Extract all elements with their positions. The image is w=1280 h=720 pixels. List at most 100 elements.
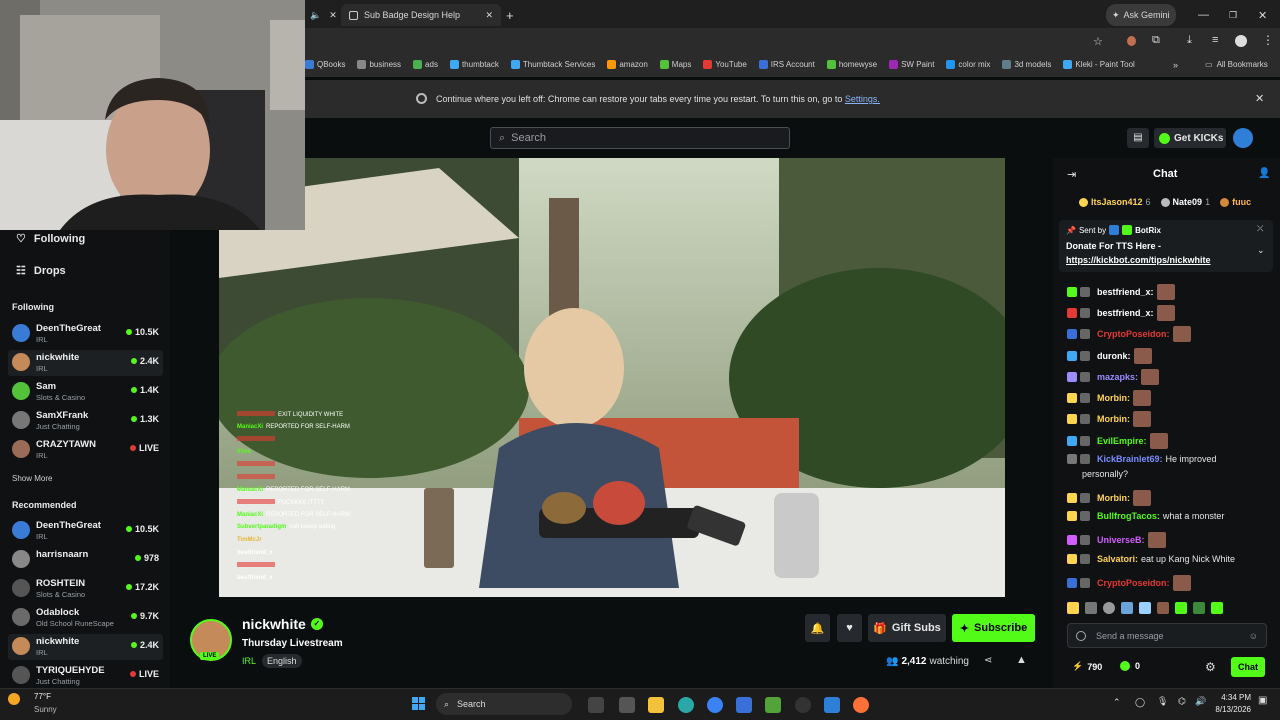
tab-close-icon[interactable]: ✕ <box>329 10 337 21</box>
bookmark-item[interactable]: Maps <box>659 60 691 69</box>
emote-icon[interactable] <box>1157 602 1169 614</box>
chat-username[interactable]: UniverseB: <box>1097 535 1145 545</box>
chat-username[interactable]: mazapks: <box>1097 372 1138 382</box>
chrome-icon[interactable] <box>707 697 723 713</box>
app-icon[interactable] <box>736 697 752 713</box>
new-tab-button[interactable]: + <box>506 4 514 26</box>
chat-input[interactable]: Send a message ☺ <box>1067 623 1267 648</box>
nav-drops[interactable]: ☷ Drops <box>16 264 66 278</box>
sidebar-channel[interactable]: DeenTheGreat IRL 10.5K <box>8 321 163 347</box>
tray-chevron-icon[interactable]: ⌃ <box>1113 697 1121 708</box>
emote-icon[interactable] <box>1121 602 1133 614</box>
bookmark-item[interactable]: 3d models <box>1002 60 1051 69</box>
bookmark-item[interactable]: QBooks <box>305 60 345 69</box>
top-gifter[interactable]: Nate09 1 <box>1160 197 1210 207</box>
top-gifter[interactable]: fuuc <box>1220 197 1254 207</box>
puzzle-icon[interactable]: ⧉ <box>1152 34 1160 47</box>
sidebar-channel[interactable]: Odablock Old School RuneScape 9.7K <box>8 605 163 631</box>
chat-username[interactable]: Morbin: <box>1097 393 1130 403</box>
all-bookmarks[interactable]: ▭ All Bookmarks <box>1205 60 1268 69</box>
subscribe-button[interactable]: ✦ Subscribe <box>952 614 1035 642</box>
sidebar-channel[interactable]: nickwhite IRL 2.4K <box>8 634 163 660</box>
unpin-icon[interactable]: ⤫ <box>1257 224 1263 234</box>
chat-settings-icon[interactable]: ⚙ <box>1205 660 1216 674</box>
sidebar-channel[interactable]: Sam Slots & Casino 1.4K <box>8 379 163 405</box>
sidebar-channel[interactable]: ROSHTEIN Slots & Casino 17.2K <box>8 576 163 602</box>
app-icon[interactable] <box>678 697 694 713</box>
file-explorer-icon[interactable] <box>648 697 664 713</box>
star-icon[interactable]: ☆ <box>1093 35 1103 48</box>
stream-category[interactable]: IRL <box>242 656 256 666</box>
chat-username[interactable]: EvilEmpire: <box>1097 436 1147 446</box>
chat-username[interactable]: bestfriend_x: <box>1097 308 1154 318</box>
network-icon[interactable]: ⌬ <box>1178 696 1186 707</box>
sidebar-channel[interactable]: SamXFrank Just Chatting 1.3K <box>8 408 163 434</box>
report-icon[interactable]: ▲ <box>1016 654 1027 666</box>
channel-points[interactable]: ⚡ 790 <box>1072 661 1102 672</box>
bookmark-item[interactable]: YouTube <box>703 60 747 69</box>
bookmark-item[interactable]: SW Paint <box>889 60 934 69</box>
emote-icon[interactable] <box>1067 602 1079 614</box>
tab-close-icon[interactable]: ✕ <box>485 10 493 21</box>
sidebar-channel[interactable]: nickwhite IRL 2.4K <box>8 350 163 376</box>
bookmark-item[interactable]: ads <box>413 60 438 69</box>
emote-icon[interactable] <box>1085 602 1097 614</box>
bookmarks-overflow-icon[interactable]: » <box>1173 60 1178 70</box>
sidebar-channel[interactable]: CRAZYTAWN IRL LIVE <box>8 437 163 463</box>
kicks-balance[interactable]: 0 <box>1120 661 1140 671</box>
weather-desc[interactable]: Sunny <box>34 705 57 714</box>
language-tag[interactable]: English <box>262 654 302 668</box>
bookmark-item[interactable]: homewyse <box>826 60 877 69</box>
browse-icon[interactable]: ▤ <box>1127 128 1149 148</box>
menu-icon[interactable]: ⋮ <box>1262 33 1274 47</box>
channel-name[interactable]: nickwhite <box>242 616 306 632</box>
send-chat-button[interactable]: Chat <box>1231 657 1265 677</box>
bookmark-item[interactable]: IRS Account <box>758 60 815 69</box>
firefox-icon[interactable] <box>853 697 869 713</box>
settings-link[interactable]: Settings. <box>845 94 880 104</box>
chevron-down-icon[interactable]: ⌄ <box>1257 245 1265 256</box>
chat-username[interactable]: KickBrainlet69: <box>1097 454 1163 464</box>
emote-icon[interactable] <box>1193 602 1205 614</box>
minimize-button[interactable]: — <box>1198 4 1209 26</box>
bookmark-item[interactable]: thumbtack <box>449 60 499 69</box>
bookmark-item[interactable]: business <box>357 60 401 69</box>
emote-icon[interactable] <box>1175 602 1187 614</box>
tab-audio[interactable]: 🔈 ✕ <box>308 4 338 26</box>
close-infobar-icon[interactable]: ✕ <box>1255 92 1264 105</box>
emote-icon[interactable] <box>1103 602 1115 614</box>
gift-subs-button[interactable]: 🎁 Gift Subs <box>868 614 946 642</box>
profile-avatar[interactable] <box>1235 35 1247 47</box>
task-view-icon[interactable] <box>588 697 604 713</box>
chat-username[interactable]: BullfrogTacos: <box>1097 511 1160 521</box>
app-icon[interactable] <box>824 697 840 713</box>
sidebar-channel[interactable]: TYRIQUEHYDE Just Chatting LIVE <box>8 663 163 689</box>
tray-icon[interactable]: ◯ <box>1135 697 1145 708</box>
emote-icon[interactable] <box>1139 602 1151 614</box>
restore-button[interactable]: ❐ <box>1229 4 1237 26</box>
weather-temp[interactable]: 77°F <box>34 692 51 701</box>
chat-username[interactable]: Salvatori: <box>1097 554 1138 564</box>
sidebar-channel[interactable]: harrisnaarn 978 <box>8 547 163 573</box>
user-avatar[interactable] <box>1233 128 1253 148</box>
pinned-link[interactable]: https://kickbot.com/tips/nickwhite <box>1066 255 1211 265</box>
close-window-button[interactable]: ✕ <box>1258 4 1267 26</box>
emoji-icon[interactable]: ☺ <box>1249 631 1258 641</box>
clock-time[interactable]: 4:34 PM <box>1221 693 1251 702</box>
taskbar-search[interactable]: ⌕ Search <box>436 693 572 715</box>
mic-icon[interactable]: 🎙 <box>1157 696 1168 707</box>
tab-active[interactable]: Sub Badge Design Help ✕ <box>341 4 501 26</box>
clock-date[interactable]: 8/13/2026 <box>1211 705 1251 714</box>
notification-icon[interactable]: ▣ <box>1258 695 1267 706</box>
bookmark-item[interactable]: Kleki - Paint Tool <box>1063 60 1135 69</box>
extension-icon[interactable] <box>1127 36 1136 46</box>
emote-icon[interactable] <box>1211 602 1223 614</box>
get-kicks-button[interactable]: Get KICKs <box>1154 128 1226 148</box>
notification-bell-button[interactable]: 🔔 <box>805 614 830 642</box>
media-icon[interactable]: ≡ <box>1212 34 1218 46</box>
bookmark-item[interactable]: Thumbtack Services <box>510 60 595 69</box>
volume-icon[interactable]: 🔊 <box>1195 696 1206 707</box>
bookmark-item[interactable]: amazon <box>607 60 648 69</box>
chat-users-icon[interactable]: 👤 <box>1258 168 1270 179</box>
video-player[interactable]: EXIT LIQUIDITY WHITE ManiacXi REPORTED FOR… <box>219 158 1005 597</box>
